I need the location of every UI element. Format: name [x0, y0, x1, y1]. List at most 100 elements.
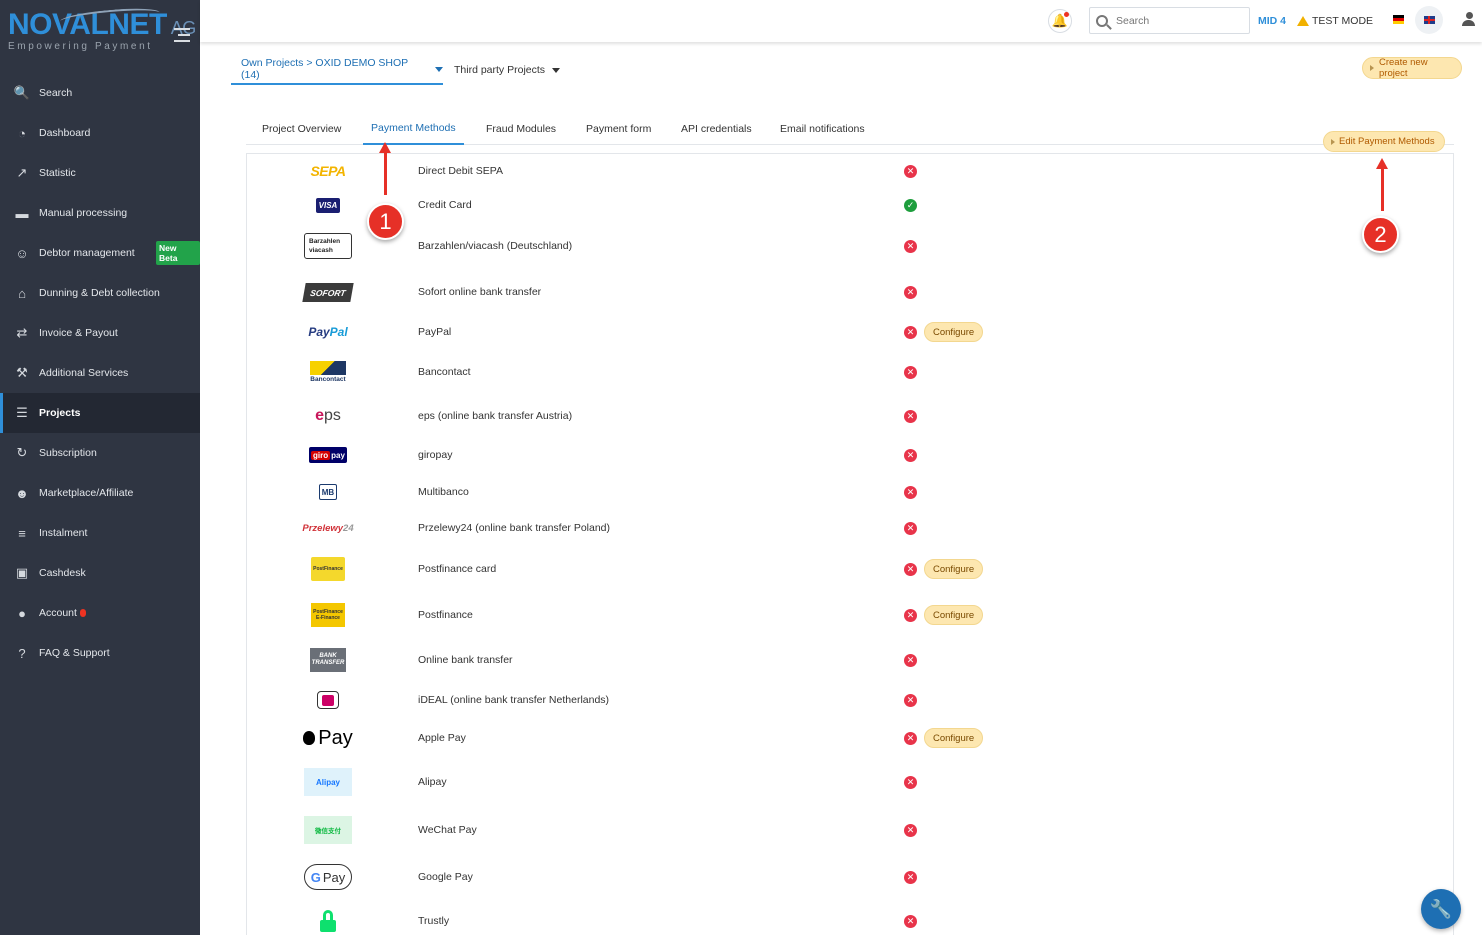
postfinance-logo: PostFinance E-Finance — [311, 603, 345, 627]
sidebar-item-account[interactable]: ● Account — [0, 593, 200, 633]
sidebar-item-dunning-debt-collection[interactable]: ⌂ Dunning & Debt collection — [0, 273, 200, 313]
payment-method-name: PayPal — [418, 326, 452, 338]
search-input[interactable] — [1116, 14, 1236, 27]
sidebar-item-faq-support[interactable]: ? FAQ & Support — [0, 633, 200, 673]
sidebar-item-projects[interactable]: ☰ Projects — [0, 393, 200, 433]
payment-logo-cell: SEPA — [304, 163, 352, 179]
configure-button[interactable]: Configure — [924, 322, 984, 342]
sidebar-item-subscription[interactable]: ↻ Subscription — [0, 433, 200, 473]
sidebar-item-additional-services[interactable]: ⚒ Additional Services — [0, 353, 200, 393]
payment-method-row: iDEAL (online bank transfer Netherlands)… — [247, 688, 1453, 712]
payment-logo-cell: Bancontact — [304, 361, 352, 383]
new-beta-badge: New Beta — [156, 241, 200, 265]
payment-method-row: G Pay Google Pay ✕ — [247, 864, 1453, 890]
payment-logo-cell: 微信支付 — [304, 816, 352, 844]
payment-method-row: Barzahlen viacash Barzahlen/viacash (Deuts… — [247, 233, 1453, 259]
group-icon: ☻ — [15, 485, 29, 501]
sidebar-item-debtor-management[interactable]: ☺ Debtor management New Beta — [0, 233, 200, 273]
tab-email-notifications[interactable]: Email notifications — [780, 113, 865, 145]
tab-api-credentials[interactable]: API credentials — [681, 113, 752, 145]
user-icon: ● — [18, 605, 26, 621]
sidebar-item-instalment[interactable]: ≡ Instalment — [0, 513, 200, 553]
tab-payment-form[interactable]: Payment form — [586, 113, 651, 145]
sidebar-item-label: Dashboard — [39, 127, 91, 139]
payment-logo-cell: giro pay — [304, 447, 352, 463]
alipay-logo: Alipay — [304, 768, 352, 796]
chart-icon: ↗ — [16, 165, 28, 180]
tab-fraud-modules[interactable]: Fraud Modules — [486, 113, 556, 145]
create-new-project-button[interactable]: Create new project — [1362, 57, 1462, 79]
sidebar-item-statistic[interactable]: ↗ Statistic — [0, 153, 200, 193]
sidebar-item-manual-processing[interactable]: ▬ Manual processing — [0, 193, 200, 233]
apple-icon — [303, 731, 316, 745]
support-wrench-button[interactable]: 🔧 — [1421, 889, 1461, 929]
cross-icon: ✕ — [904, 409, 917, 423]
sidebar-item-label: Cashdesk — [39, 567, 86, 579]
sidebar-item-label: FAQ & Support — [39, 647, 110, 659]
cross-icon: ✕ — [904, 365, 917, 379]
cross-icon: ✕ — [904, 325, 917, 339]
merchant-id[interactable]: MID 4 — [1258, 15, 1286, 27]
cross-icon: ✕ — [904, 239, 917, 253]
configure-button[interactable]: Configure — [924, 605, 984, 625]
tab-payment-methods[interactable]: Payment Methods — [363, 113, 464, 145]
sidebar-item-search[interactable]: 🔍 Search — [0, 73, 200, 113]
eps-logo: e ps — [315, 407, 341, 424]
user-profile-icon[interactable] — [1462, 12, 1476, 28]
sidebar-item-dashboard[interactable]: ◔ Dashboard — [0, 113, 200, 153]
sofort-logo: SOFORT — [302, 282, 354, 302]
sidebar-item-cashdesk[interactable]: ▣ Cashdesk — [0, 553, 200, 593]
barzahlen-logo: Barzahlen viacash — [304, 233, 352, 259]
sidebar-item-label: Marketplace/Affiliate — [39, 487, 134, 499]
payment-method-row: Pay Pal PayPal ✕ Configure — [247, 320, 1453, 344]
exchange-icon: ⇄ — [16, 325, 28, 340]
cross-icon: ✕ — [904, 562, 917, 576]
search-field[interactable] — [1089, 7, 1250, 34]
payment-method-row: Pay Apple Pay ✕ Configure — [247, 726, 1453, 750]
english-language-button[interactable] — [1415, 6, 1443, 34]
payment-logo-cell: PostFinance — [304, 557, 352, 581]
payment-logo-cell: VISA — [304, 197, 352, 213]
payment-logo-cell: Pay — [303, 727, 353, 750]
wrench-icon: ⚒ — [16, 365, 28, 380]
sidebar-item-invoice-payout[interactable]: ⇄ Invoice & Payout — [0, 313, 200, 353]
sidebar-item-marketplace-affiliate[interactable]: ☻ Marketplace/Affiliate — [0, 473, 200, 513]
payment-method-name: Postfinance — [418, 609, 473, 621]
german-flag-icon[interactable] — [1393, 15, 1404, 24]
users-icon: ☺ — [15, 245, 29, 261]
payment-method-row: 微信支付 WeChat Pay ✕ — [247, 816, 1453, 844]
cross-icon: ✕ — [904, 285, 917, 299]
own-projects-dropdown[interactable]: Own Projects > OXID DEMO SHOP (14) — [231, 55, 443, 85]
configure-button[interactable]: Configure — [924, 728, 984, 748]
payment-method-name: Online bank transfer — [418, 654, 513, 666]
uk-flag-icon — [1423, 16, 1435, 24]
payment-methods-table: SEPA Direct Debit SEPA ✕ VISA Credit Card ✓ Ba… — [246, 153, 1454, 935]
cross-icon: ✕ — [904, 823, 917, 837]
payment-method-row: giro pay giropay ✕ — [247, 443, 1453, 467]
payment-method-row: Alipay Alipay ✕ — [247, 768, 1453, 796]
sidebar: NOVALNET AG Empowering Payment 🔍 Search ◔ Da… — [0, 0, 200, 935]
payment-method-row: Trustly ✕ — [247, 909, 1453, 933]
dashboard-icon: ◔ — [18, 125, 26, 141]
notification-bell-icon[interactable]: 🔔 — [1048, 9, 1072, 33]
payment-method-name: Alipay — [418, 776, 447, 788]
notification-dot — [1064, 12, 1069, 17]
configure-button[interactable]: Configure — [924, 559, 984, 579]
novalnet-logo[interactable]: NOVALNET AG Empowering Payment — [0, 0, 200, 62]
sidebar-item-label: Statistic — [39, 167, 76, 179]
project-tabs: Project Overview Payment Methods Fraud M… — [246, 113, 1454, 145]
payment-method-name: iDEAL (online bank transfer Netherlands) — [418, 694, 610, 706]
third-party-projects-dropdown[interactable]: Third party Projects — [454, 55, 561, 85]
tab-project-overview[interactable]: Project Overview — [262, 113, 341, 145]
sidebar-item-label: Invoice & Payout — [39, 327, 118, 339]
hamburger-menu-icon[interactable] — [174, 28, 190, 46]
database-icon: ≡ — [18, 525, 26, 541]
payment-method-name: Multibanco — [418, 486, 469, 498]
card-icon: ▬ — [15, 205, 29, 221]
payment-logo-cell: BANK TRANSFER — [304, 648, 352, 672]
payment-method-row: Przelewy 24 Przelewy24 (online bank transf… — [247, 516, 1453, 540]
payment-method-name: Apple Pay — [418, 732, 466, 744]
cross-icon: ✕ — [904, 521, 917, 535]
edit-payment-methods-button[interactable]: Edit Payment Methods — [1323, 131, 1445, 152]
caret-down-icon — [435, 66, 443, 72]
